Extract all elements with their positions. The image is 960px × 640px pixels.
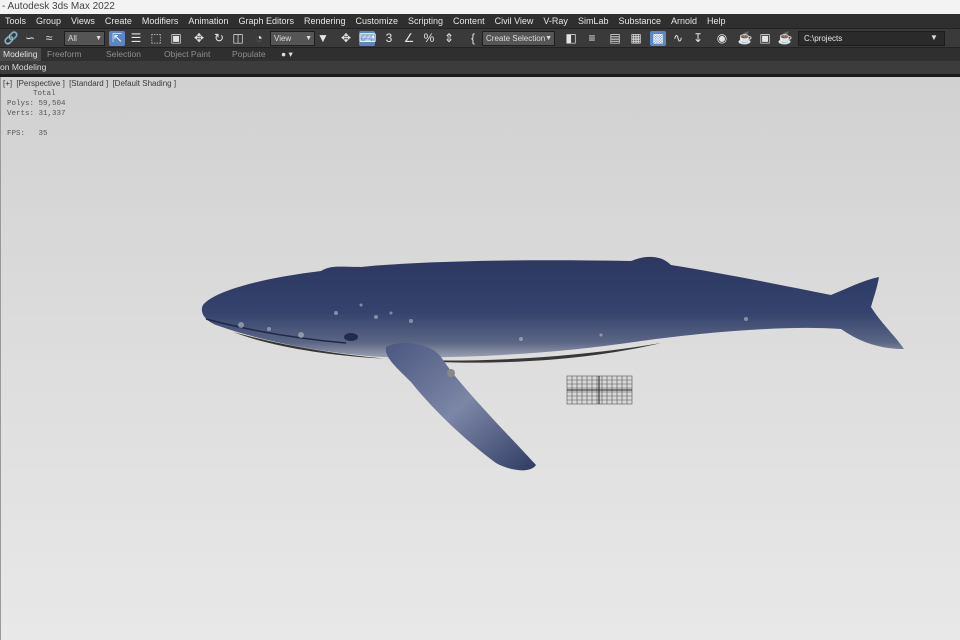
window-title: - Autodesk 3ds Max 2022 [0, 0, 960, 14]
stats-fps-value: 35 [38, 130, 48, 138]
snaps-toggle-icon[interactable]: 3 [381, 31, 397, 46]
menu-modifiers[interactable]: Modifiers [137, 14, 184, 28]
tab-object-paint[interactable]: Object Paint [164, 48, 210, 61]
menu-vray[interactable]: V-Ray [538, 14, 573, 28]
ribbon-panel-label: on Modeling [0, 61, 960, 74]
stats-polys: Polys: 59,504 [7, 99, 66, 109]
percent-snap-icon[interactable]: % [421, 31, 437, 46]
menu-bar: Tools Group Views Create Modifiers Anima… [0, 14, 960, 28]
stats-verts: Verts: 31,337 [7, 109, 66, 119]
reference-coord-value: View [274, 34, 292, 43]
spinner-snap-icon[interactable]: ⇕ [441, 31, 457, 46]
edit-named-sets-icon[interactable]: { [465, 31, 481, 46]
layer-explorer-icon[interactable]: ▦ [628, 31, 644, 46]
scale-icon[interactable]: ◫ [230, 31, 246, 46]
toggle-ribbon-icon[interactable]: ▩ [650, 31, 666, 46]
stats-fps: FPS: 35 [7, 129, 66, 139]
tab-populate[interactable]: Populate [232, 48, 266, 61]
viewport-shading-mode[interactable]: [Default Shading ] [112, 79, 176, 88]
menu-help[interactable]: Help [702, 14, 731, 28]
move-icon[interactable]: ✥ [191, 31, 207, 46]
select-object-icon[interactable]: ⇱ [109, 31, 125, 46]
viewport-menu-plus[interactable]: [+] [3, 79, 12, 88]
menu-content[interactable]: Content [448, 14, 490, 28]
angle-snap-icon[interactable]: ∠ [401, 31, 417, 46]
rendered-frame-icon[interactable]: ▣ [757, 31, 773, 46]
viewport-shader[interactable]: [Standard ] [69, 79, 108, 88]
stats-polys-value: 59,504 [38, 100, 66, 108]
rect-selection-icon[interactable]: ⬚ [148, 31, 164, 46]
menu-civil-view[interactable]: Civil View [490, 14, 539, 28]
align-icon[interactable]: ≡ [584, 31, 600, 46]
stats-verts-value: 31,337 [38, 110, 66, 118]
menu-scripting[interactable]: Scripting [403, 14, 448, 28]
perspective-viewport[interactable]: [+] [Perspective ] [Standard ] [Default … [0, 77, 960, 640]
menu-arnold[interactable]: Arnold [666, 14, 702, 28]
material-editor-icon[interactable]: ◉ [714, 31, 730, 46]
menu-views[interactable]: Views [66, 14, 100, 28]
use-pivot-icon[interactable]: ▼ [315, 31, 331, 46]
whale-model[interactable] [201, 256, 905, 471]
render-setup-icon[interactable]: ☕ [737, 31, 753, 46]
schematic-view-icon[interactable]: ↧ [690, 31, 706, 46]
menu-create[interactable]: Create [100, 14, 137, 28]
menu-animation[interactable]: Animation [183, 14, 233, 28]
render-production-icon[interactable]: ☕ [777, 31, 793, 46]
select-manipulate-icon[interactable]: ✥ [338, 31, 354, 46]
bind-spacewarp-icon[interactable]: ≈ [41, 31, 57, 46]
menu-group[interactable]: Group [31, 14, 66, 28]
menu-simlab[interactable]: SimLab [573, 14, 614, 28]
ribbon-options-icon[interactable]: ● ▾ [281, 48, 293, 61]
link-icon[interactable]: 🔗 [3, 31, 19, 46]
scene-explorer-icon[interactable]: ▤ [607, 31, 623, 46]
viewport-statistics: Total Polys: 59,504 Verts: 31,337 FPS: 3… [7, 89, 66, 139]
selection-filter-dropdown[interactable]: All ▼ [64, 31, 105, 46]
stats-polys-label: Polys: [7, 100, 35, 108]
window-crossing-icon[interactable]: ▣ [168, 31, 184, 46]
viewport-point-of-view[interactable]: [Perspective ] [16, 79, 64, 88]
stats-header: Total [33, 90, 56, 98]
unlink-icon[interactable]: ∽ [22, 31, 38, 46]
ribbon-tabs: Modeling Freeform Selection Object Paint… [0, 48, 960, 61]
project-path-field[interactable]: C:\projects [798, 31, 945, 46]
tab-selection[interactable]: Selection [106, 48, 141, 61]
select-by-name-icon[interactable]: ☰ [128, 31, 144, 46]
viewport-label: [+] [Perspective ] [Standard ] [Default … [3, 79, 178, 88]
placement-icon[interactable]: ◔ [251, 31, 267, 46]
viewport-scene [201, 256, 905, 471]
curve-editor-icon[interactable]: ∿ [670, 31, 686, 46]
menu-rendering[interactable]: Rendering [299, 14, 351, 28]
tab-modeling[interactable]: Modeling [0, 48, 41, 61]
selection-filter-value: All [68, 34, 77, 43]
chevron-down-icon: ▼ [95, 35, 102, 42]
chevron-down-icon: ▼ [545, 35, 552, 42]
menu-tools[interactable]: Tools [0, 14, 31, 28]
menu-graph-editors[interactable]: Graph Editors [233, 14, 299, 28]
named-selection-set-dropdown[interactable]: Create Selection Set ▼ [482, 31, 555, 56]
chevron-down-icon: ▼ [305, 35, 312, 42]
tab-freeform[interactable]: Freeform [47, 48, 81, 61]
stats-fps-label: FPS: [7, 130, 26, 138]
mirror-icon[interactable]: ◧ [563, 31, 579, 46]
ground-grid [566, 375, 633, 405]
menu-substance[interactable]: Substance [613, 14, 666, 28]
chevron-down-icon[interactable]: ▼ [930, 31, 938, 44]
menu-customize[interactable]: Customize [351, 14, 404, 28]
keyboard-shortcut-icon[interactable]: ⌨ [359, 31, 376, 46]
rotate-icon[interactable]: ↻ [211, 31, 227, 46]
reference-coord-dropdown[interactable]: View ▼ [270, 31, 315, 46]
stats-verts-label: Verts: [7, 110, 35, 118]
